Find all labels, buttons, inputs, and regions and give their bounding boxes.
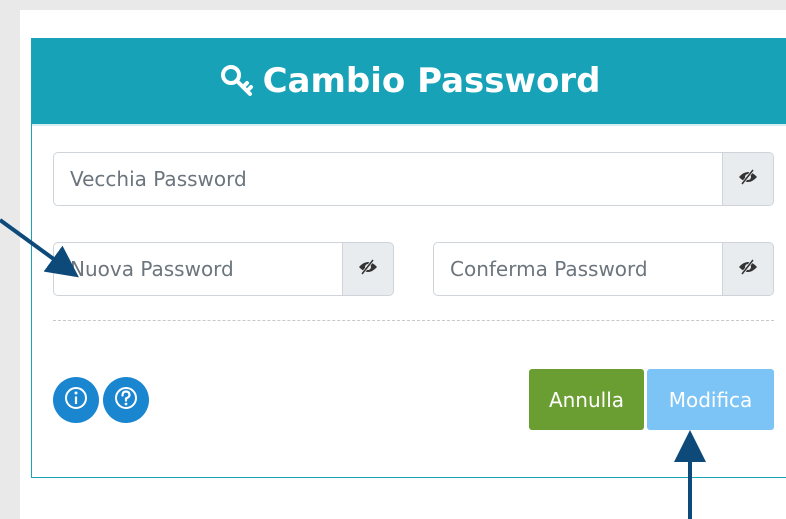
- old-password-group: [53, 152, 774, 206]
- form-divider: [53, 320, 774, 321]
- cancel-button[interactable]: Annulla: [529, 369, 644, 430]
- eye-slash-icon: [358, 258, 378, 280]
- help-button[interactable]: [103, 377, 149, 423]
- panel-header: Cambio Password: [32, 38, 786, 124]
- new-password-group: [53, 242, 394, 296]
- eye-slash-icon: [738, 258, 758, 280]
- confirm-password-group: [433, 242, 774, 296]
- toggle-confirm-password-visibility-button[interactable]: [722, 242, 774, 296]
- confirm-password-input[interactable]: [433, 242, 722, 296]
- modify-button[interactable]: Modifica: [647, 369, 774, 430]
- new-password-input[interactable]: [53, 242, 342, 296]
- eye-slash-icon: [738, 168, 758, 190]
- panel-title: Cambio Password: [262, 61, 601, 101]
- old-password-input[interactable]: [53, 152, 722, 206]
- question-icon: [113, 385, 139, 416]
- key-icon: [219, 63, 255, 99]
- info-icon: [63, 385, 89, 416]
- toggle-old-password-visibility-button[interactable]: [722, 152, 774, 206]
- info-button[interactable]: [53, 377, 99, 423]
- toggle-new-password-visibility-button[interactable]: [342, 242, 394, 296]
- header-divider: [32, 124, 786, 126]
